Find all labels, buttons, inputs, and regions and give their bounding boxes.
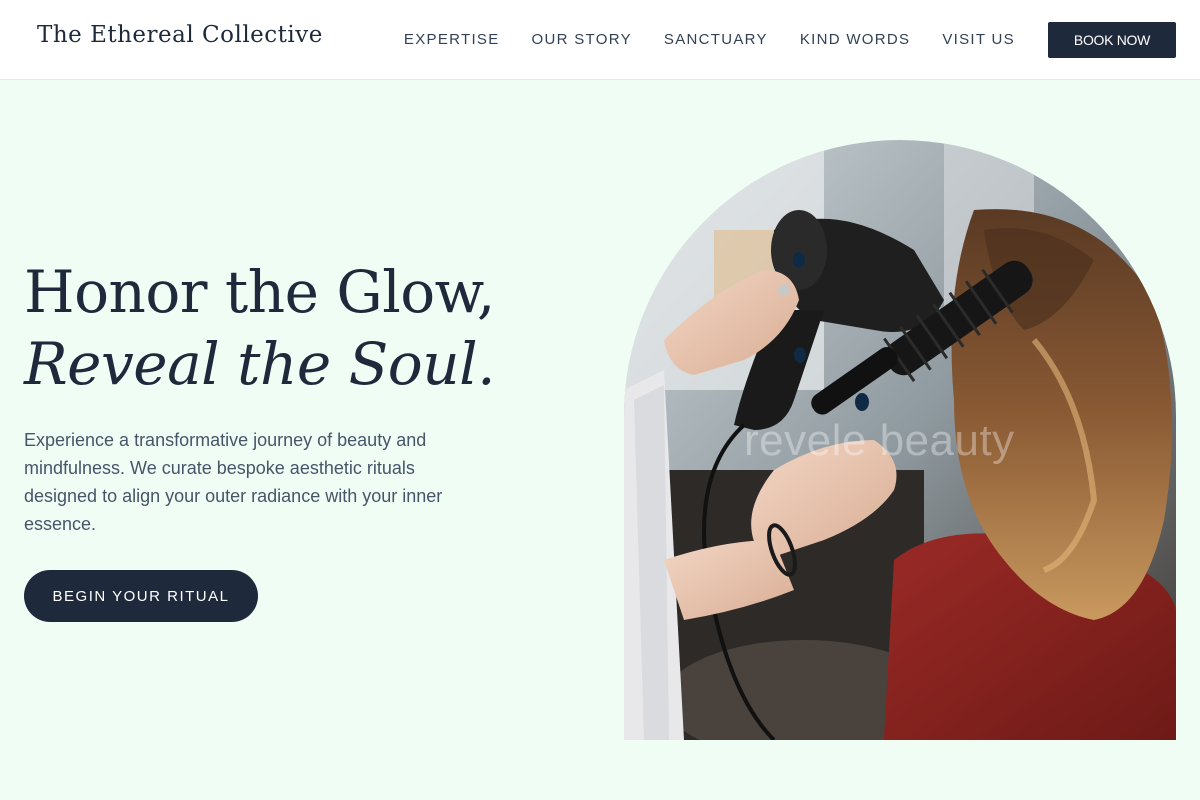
nav-link-kind-words[interactable]: KIND WORDS [800, 31, 911, 48]
book-now-button[interactable]: BOOK NOW [1048, 22, 1176, 58]
begin-ritual-button[interactable]: BEGIN YOUR RITUAL [24, 570, 258, 622]
nav-link-sanctuary[interactable]: SANCTUARY [664, 31, 768, 48]
nav-link-our-story[interactable]: OUR STORY [532, 31, 632, 48]
hero-headline-line2: Reveal the Soul. [24, 330, 496, 398]
hero-description: Experience a transformative journey of b… [24, 430, 443, 534]
site-header: The Ethereal Collective EXPERTISE OUR ST… [0, 0, 1200, 80]
nav-link-visit-us[interactable]: VISIT US [942, 31, 1015, 48]
hero-headline: Honor the Glow, Reveal the Soul. [24, 256, 496, 400]
nav-link-expertise[interactable]: EXPERTISE [404, 31, 500, 48]
hero-image: revele beauty [624, 140, 1176, 740]
brand-logo[interactable]: The Ethereal Collective [37, 22, 323, 48]
hair-styling-photo [624, 140, 1176, 740]
hero-headline-line1: Honor the Glow, [24, 258, 495, 326]
main-nav: EXPERTISE OUR STORY SANCTUARY KIND WORDS… [404, 31, 1015, 48]
